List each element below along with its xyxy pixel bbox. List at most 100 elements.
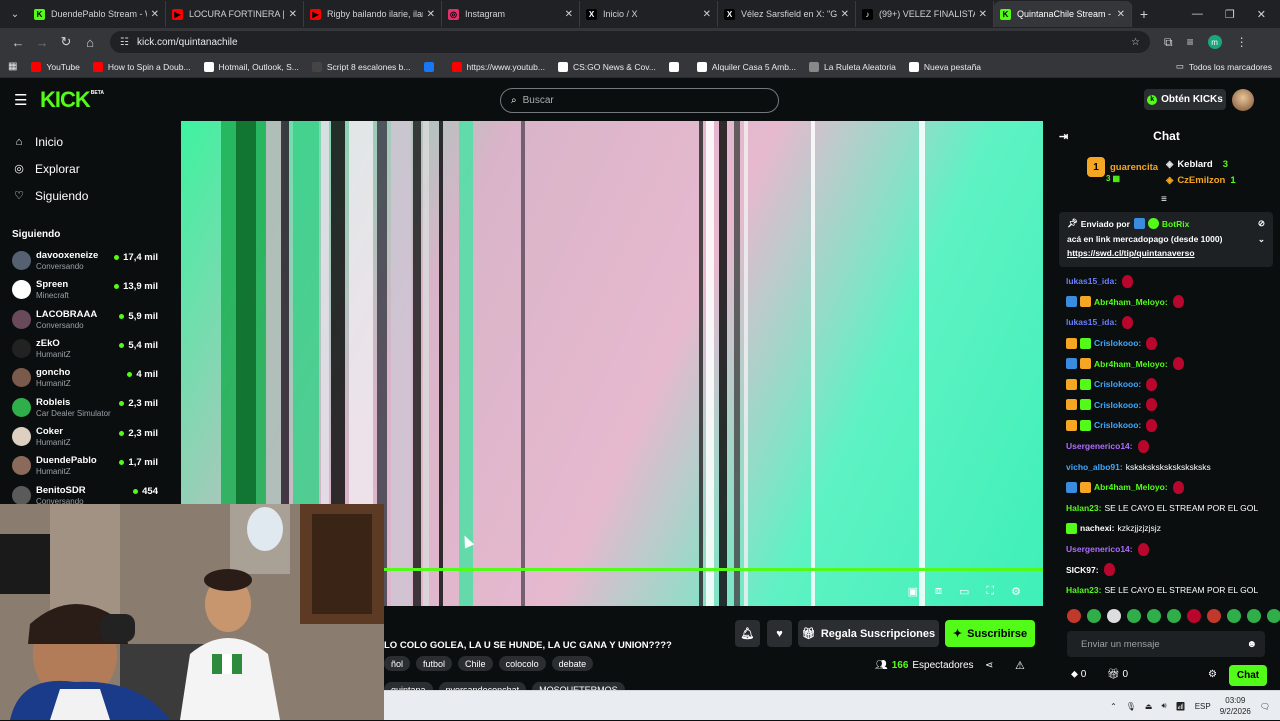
- usb-icon[interactable]: ⏏: [1145, 702, 1153, 711]
- chat-username[interactable]: Abr4ham_Meloyo:: [1094, 297, 1168, 307]
- bookmark-item[interactable]: How to Spin a Doub...: [92, 61, 191, 72]
- chat-username[interactable]: Halan23:: [1066, 585, 1101, 595]
- close-tab-icon[interactable]: ✕: [427, 9, 435, 20]
- home-icon[interactable]: ⌂: [78, 35, 102, 50]
- browser-tab[interactable]: ▶ LOCURA FORTINERA | VÉL ✕: [166, 1, 304, 27]
- kicks-footer[interactable]: ⬥ 0: [1071, 669, 1086, 680]
- gift-subs-button[interactable]: 🎁︎ Regala Suscripciones: [798, 620, 939, 647]
- browser-tab[interactable]: ♪ (99+) VELEZ FINALISTA V ✕: [856, 1, 994, 27]
- bookmark-star-icon[interactable]: ☆: [1131, 37, 1140, 48]
- chat-username[interactable]: Usergenerico14:: [1066, 441, 1133, 451]
- following-channel[interactable]: Coker HumanitZ 2,3 mil: [0, 422, 172, 451]
- browser-tab[interactable]: K DuendePablo Stream - W ✕: [28, 1, 166, 27]
- chat-username[interactable]: Crislokooo:: [1094, 338, 1141, 348]
- chevron-down-icon[interactable]: ⌄: [1258, 234, 1265, 245]
- restore-icon[interactable]: ❐: [1225, 8, 1235, 21]
- unpin-icon[interactable]: ⊘: [1258, 218, 1265, 229]
- emote-icon[interactable]: [1187, 609, 1201, 623]
- chat-username[interactable]: Crislokooo:: [1094, 420, 1141, 430]
- sidebar-nav-inicio[interactable]: ⌂ Inicio: [0, 128, 172, 155]
- follow-heart-button[interactable]: ♥: [767, 620, 792, 647]
- close-tab-icon[interactable]: ✕: [565, 9, 573, 20]
- bookmark-item[interactable]: CS:GO News & Cov...: [557, 61, 656, 72]
- clock[interactable]: 03:09 9/2/2026: [1220, 695, 1251, 717]
- following-channel[interactable]: goncho HumanitZ 4 mil: [0, 363, 172, 392]
- address-bar[interactable]: ☷ kick.com/quintanachile ☆: [110, 31, 1150, 53]
- close-tab-icon[interactable]: ✕: [151, 9, 159, 20]
- stream-tag[interactable]: ñol: [384, 656, 411, 671]
- chat-settings-icon[interactable]: ⚙: [1208, 669, 1217, 680]
- sidebar-nav-explorar[interactable]: ◎ Explorar: [0, 155, 172, 182]
- profile-avatar[interactable]: m: [1207, 35, 1222, 49]
- following-channel[interactable]: zEkO HumanitZ 5,4 mil: [0, 334, 172, 363]
- bookmark-item[interactable]: [423, 61, 439, 72]
- chat-username[interactable]: lukas15_ida:: [1066, 317, 1117, 327]
- close-tab-icon[interactable]: ✕: [841, 9, 849, 20]
- bookmark-item[interactable]: YouTube: [31, 61, 80, 72]
- bookmark-item[interactable]: [668, 61, 684, 72]
- stream-tag[interactable]: Chile: [458, 656, 493, 671]
- chat-username[interactable]: Abr4ham_Meloyo:: [1094, 482, 1168, 492]
- minimize-icon[interactable]: —: [1192, 8, 1203, 21]
- progress-bar[interactable]: [381, 568, 1043, 571]
- chat-username[interactable]: Crislokooo:: [1094, 379, 1141, 389]
- following-channel[interactable]: Robleis Car Dealer Simulator 2,3 mil: [0, 392, 172, 421]
- close-tab-icon[interactable]: ✕: [703, 9, 711, 20]
- user-avatar[interactable]: [1232, 89, 1254, 111]
- collapse-chat-icon[interactable]: ⇥: [1059, 130, 1068, 143]
- chat-username[interactable]: Abr4ham_Meloyo:: [1094, 359, 1168, 369]
- media-icon[interactable]: ≡: [1187, 35, 1194, 49]
- bookmark-item[interactable]: Alquiler Casa 5 Amb...: [696, 61, 796, 72]
- emote-icon[interactable]: [1167, 609, 1181, 623]
- report-icon[interactable]: ⚠: [1015, 659, 1025, 672]
- bookmark-item[interactable]: https://www.youtub...: [451, 61, 545, 72]
- close-window-icon[interactable]: ✕: [1257, 8, 1266, 21]
- browser-tab[interactable]: X Inicio / X ✕: [580, 1, 718, 27]
- chat-input[interactable]: Enviar un mensaje ☻: [1067, 631, 1265, 657]
- expand-leaderboard-icon[interactable]: ≡: [1161, 194, 1167, 205]
- pinned-link[interactable]: https://swd.cl/tip/quintanaverso: [1067, 248, 1265, 258]
- stream-tag[interactable]: colocolo: [498, 656, 546, 671]
- language-indicator[interactable]: ESP: [1195, 702, 1211, 711]
- chat-username[interactable]: SICK97:: [1066, 565, 1099, 575]
- back-icon[interactable]: ←: [6, 35, 30, 50]
- notification-bell-button[interactable]: 🔔︎: [735, 620, 760, 647]
- bookmark-item[interactable]: La Ruleta Aleatoria: [809, 61, 896, 72]
- wifi-icon[interactable]: 📶︎: [1176, 702, 1186, 711]
- share-icon[interactable]: ⋖: [985, 660, 993, 671]
- all-bookmarks-folder[interactable]: ▭ Todos los marcadores: [1176, 61, 1272, 72]
- site-info-icon[interactable]: ☷: [120, 37, 129, 48]
- leader-name[interactable]: guarencita: [1110, 162, 1158, 173]
- forward-icon[interactable]: →: [30, 35, 54, 50]
- third-name[interactable]: CzEmilzon: [1177, 175, 1225, 186]
- browser-tab[interactable]: K QuintanaChile Stream - W ✕: [994, 1, 1132, 27]
- apps-icon[interactable]: ▦: [8, 61, 17, 72]
- chat-username[interactable]: Crislokooo:: [1094, 400, 1141, 410]
- emote-icon[interactable]: [1147, 609, 1161, 623]
- kick-logo[interactable]: KICK BETA: [40, 87, 104, 113]
- pinned-user[interactable]: BotRix: [1162, 219, 1189, 229]
- bookmark-item[interactable]: Nueva pestaña: [908, 61, 981, 72]
- sidebar-nav-siguiendo[interactable]: ♡ Siguiendo: [0, 182, 172, 209]
- emote-icon[interactable]: [1247, 609, 1261, 623]
- following-channel[interactable]: DuendePablo HumanitZ 1,7 mil: [0, 451, 172, 480]
- volume-icon[interactable]: 🔊︎: [1161, 701, 1166, 711]
- emote-icon[interactable]: [1087, 609, 1101, 623]
- chat-username[interactable]: Halan23:: [1066, 503, 1101, 513]
- second-name[interactable]: Keblard: [1177, 159, 1212, 170]
- hamburger-menu-icon[interactable]: ☰: [14, 91, 28, 109]
- bookmark-item[interactable]: Hotmail, Outlook, S...: [203, 61, 299, 72]
- mic-icon[interactable]: 🎙︎: [1126, 702, 1136, 711]
- close-tab-icon[interactable]: ✕: [1117, 9, 1125, 20]
- chat-username[interactable]: nachexi:: [1080, 523, 1115, 533]
- settings-gear-icon[interactable]: ⚙: [1011, 585, 1021, 598]
- menu-icon[interactable]: ⋮: [1236, 35, 1248, 49]
- browser-tab[interactable]: X Vélez Sarsfield en X: "Gui ✕: [718, 1, 856, 27]
- browser-tab[interactable]: ▶ Rigby bailando ilarie, ilari ✕: [304, 1, 442, 27]
- clip-icon[interactable]: ⧈: [935, 585, 942, 598]
- following-channel[interactable]: Spreen Minecraft 13,9 mil: [0, 275, 172, 304]
- emote-icon[interactable]: [1127, 609, 1141, 623]
- emote-icon[interactable]: [1107, 609, 1121, 623]
- theater-mode-icon[interactable]: ▭: [959, 585, 969, 598]
- stream-tag[interactable]: debate: [551, 656, 594, 671]
